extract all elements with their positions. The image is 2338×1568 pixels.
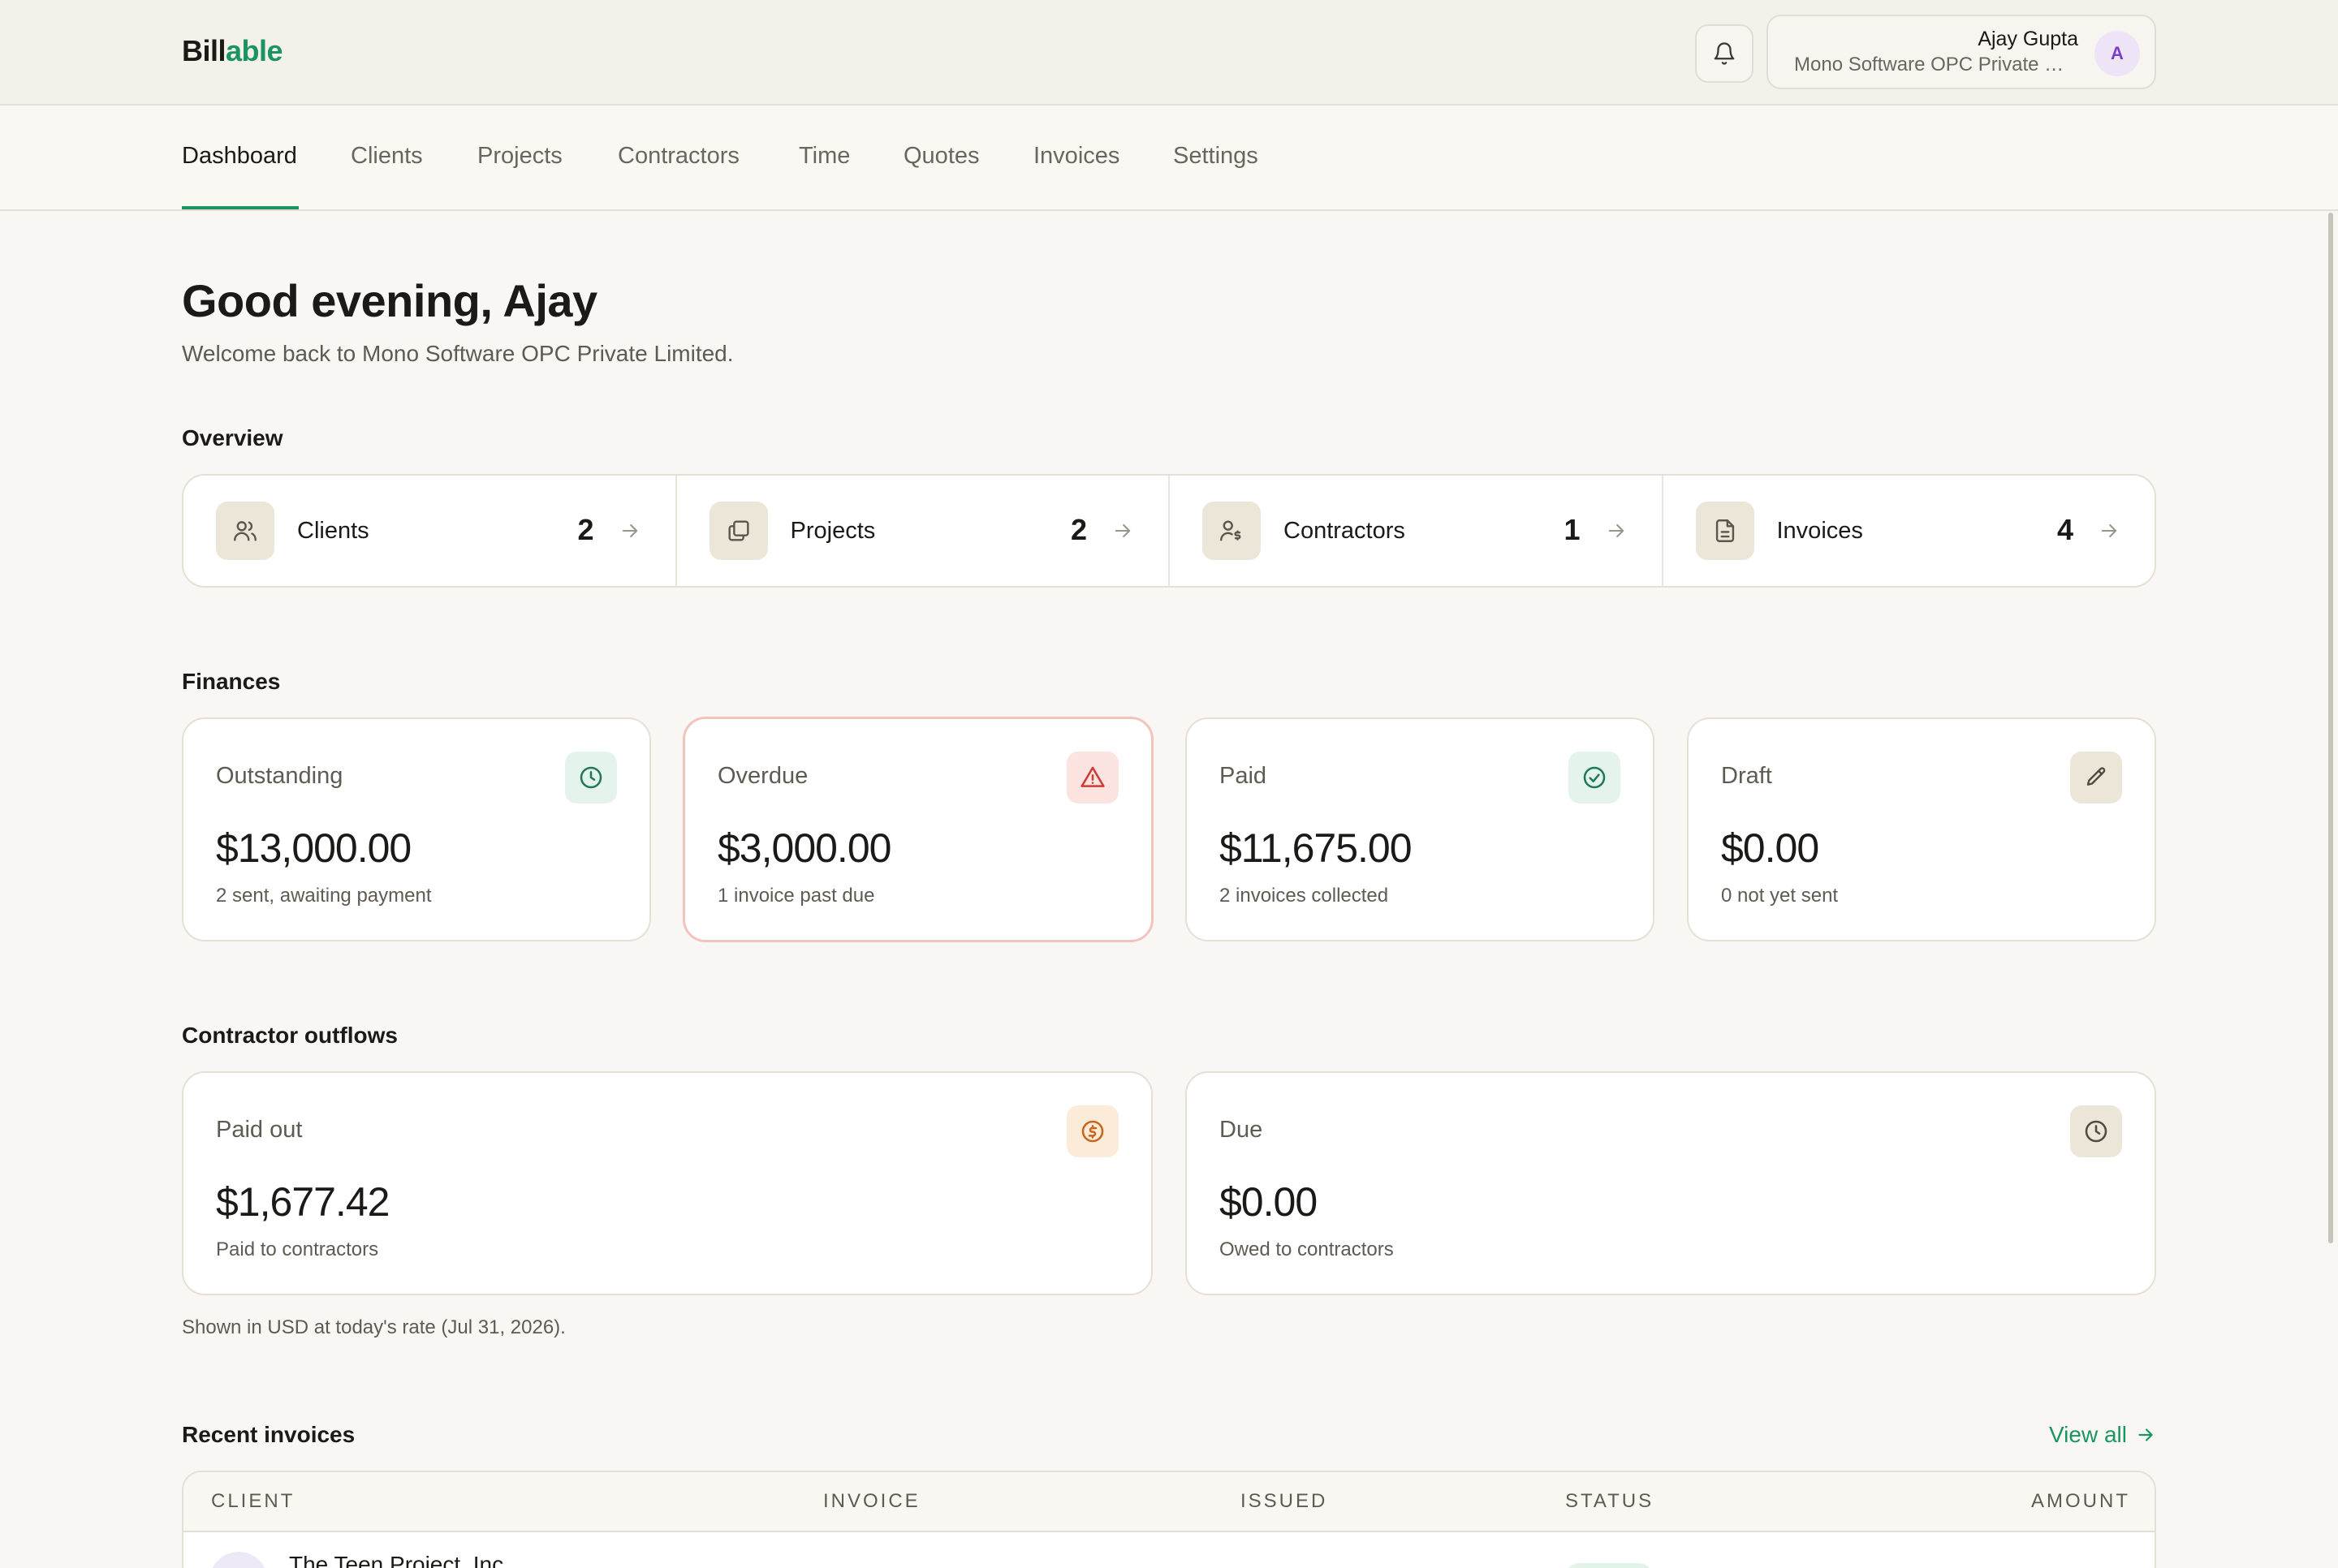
- column-header-invoice[interactable]: INVOICE: [823, 1490, 921, 1513]
- tab-time[interactable]: Time: [799, 143, 850, 170]
- users-icon: [216, 502, 274, 560]
- overview-title: Overview: [182, 425, 283, 450]
- tab-invoices[interactable]: Invoices: [1033, 143, 1119, 170]
- tab-projects[interactable]: Projects: [477, 143, 563, 170]
- paid-card[interactable]: Paid $11,675.00 2 invoices collected: [1185, 717, 1654, 941]
- column-header-status[interactable]: STATUS: [1565, 1490, 1654, 1513]
- overview-panel: Clients 2 Projects 2 Contractors 1 Invoi…: [182, 474, 2156, 588]
- arrow-right-icon: [2101, 523, 2117, 538]
- user-name: Ajay Gupta: [1978, 28, 2078, 50]
- avatar: A: [2094, 31, 2140, 76]
- arrow-right-icon: [1608, 523, 1624, 538]
- paid-out-card[interactable]: Paid out $1,677.42 Paid to contractors: [182, 1071, 1153, 1295]
- overview-clients[interactable]: Clients 2: [183, 476, 677, 586]
- overview-invoices[interactable]: Invoices 4: [1663, 476, 2155, 586]
- client-avatar: [209, 1552, 268, 1568]
- folders-icon: [709, 502, 768, 560]
- tab-quotes[interactable]: Quotes: [904, 143, 980, 170]
- warning-icon: [1067, 752, 1119, 803]
- top-bar: Billable Ajay Gupta Mono Software OPC Pr…: [0, 0, 2338, 106]
- tab-dashboard[interactable]: Dashboard: [182, 143, 297, 170]
- clock-icon: [565, 752, 617, 803]
- due-card[interactable]: Due $0.00 Owed to contractors: [1185, 1071, 2156, 1295]
- recent-invoices-title: Recent invoices: [182, 1422, 356, 1447]
- card-subtext: Owed to contractors: [1219, 1238, 1394, 1260]
- overview-count: 4: [2056, 513, 2073, 546]
- card-value: $1,677.42: [216, 1179, 390, 1225]
- overview-contractors[interactable]: Contractors 1: [1170, 476, 1663, 586]
- brand-logo-part2: able: [226, 34, 283, 67]
- table-header: CLIENT INVOICE ISSUED STATUS AMOUNT: [183, 1472, 2155, 1532]
- arrow-right-icon: [622, 523, 637, 538]
- brand-logo-part1: Bill: [182, 34, 226, 67]
- overview-label: Clients: [297, 518, 369, 544]
- arrow-right-icon: [1115, 523, 1131, 538]
- outstanding-card[interactable]: Outstanding $13,000.00 2 sent, awaiting …: [182, 717, 651, 941]
- dollar-circle-icon: [1067, 1105, 1119, 1157]
- card-value: $11,675.00: [1219, 825, 1413, 871]
- card-label: Due: [1219, 1117, 1263, 1143]
- view-all-link[interactable]: View all: [2049, 1422, 2156, 1448]
- user-dollar-icon: [1202, 502, 1261, 560]
- status-badge: [1564, 1563, 1654, 1568]
- clock-icon: [2070, 1105, 2122, 1157]
- card-label: Paid out: [216, 1117, 303, 1143]
- bell-icon: [1714, 42, 1735, 65]
- row-client-name: The Teen Project, Inc: [289, 1552, 504, 1568]
- notifications-button[interactable]: [1695, 24, 1754, 83]
- page-title: Good evening, Ajay: [182, 275, 597, 326]
- main-nav: Dashboard Clients Projects Contractors T…: [0, 106, 2338, 211]
- user-menu[interactable]: Ajay Gupta Mono Software OPC Private Lim…: [1766, 15, 2156, 89]
- card-label: Outstanding: [216, 763, 343, 789]
- overview-label: Projects: [790, 518, 876, 544]
- document-icon: [1695, 502, 1754, 560]
- tab-clients[interactable]: Clients: [351, 143, 423, 170]
- card-subtext: 2 invoices collected: [1219, 885, 1389, 907]
- brand-logo[interactable]: Billable: [182, 34, 283, 68]
- user-org: Mono Software OPC Private Limited: [1794, 54, 2070, 75]
- overview-label: Invoices: [1776, 518, 1863, 544]
- card-label: Draft: [1721, 763, 1772, 789]
- card-subtext: 1 invoice past due: [718, 885, 875, 907]
- page-scrollbar[interactable]: [2328, 213, 2333, 1243]
- tab-settings[interactable]: Settings: [1173, 143, 1258, 170]
- pencil-icon: [2070, 752, 2122, 803]
- view-all-label: View all: [2049, 1422, 2127, 1447]
- overview-label: Contractors: [1283, 518, 1405, 544]
- card-subtext: 0 not yet sent: [1721, 885, 1839, 907]
- draft-card[interactable]: Draft $0.00 0 not yet sent: [1687, 717, 2156, 941]
- card-label: Overdue: [718, 763, 809, 789]
- overdue-card[interactable]: Overdue $3,000.00 1 invoice past due: [683, 717, 1154, 942]
- finances-title: Finances: [182, 669, 281, 694]
- recent-invoices-table: CLIENT INVOICE ISSUED STATUS AMOUNT The …: [182, 1471, 2156, 1568]
- column-header-amount[interactable]: AMOUNT: [2031, 1490, 2130, 1513]
- card-value: $3,000.00: [718, 825, 891, 871]
- check-circle-icon: [1568, 752, 1620, 803]
- overview-count: 1: [1564, 513, 1581, 546]
- card-subtext: Paid to contractors: [216, 1238, 379, 1260]
- column-header-client[interactable]: CLIENT: [211, 1490, 295, 1513]
- outflows-title: Contractor outflows: [182, 1023, 398, 1048]
- tab-contractors[interactable]: Contractors: [618, 143, 740, 170]
- welcome-text: Welcome back to Mono Software OPC Privat…: [182, 341, 734, 366]
- currency-note: Shown in USD at today's rate (Jul 31, 20…: [182, 1316, 566, 1338]
- card-value: $0.00: [1219, 1179, 1318, 1225]
- card-label: Paid: [1219, 763, 1267, 789]
- card-value: $0.00: [1721, 825, 1819, 871]
- arrow-right-icon: [2138, 1428, 2153, 1441]
- card-value: $13,000.00: [216, 825, 412, 871]
- active-tab-indicator: [182, 206, 299, 209]
- overview-count: 2: [577, 513, 594, 546]
- column-header-issued[interactable]: ISSUED: [1240, 1490, 1327, 1513]
- overview-count: 2: [1070, 513, 1087, 546]
- overview-projects[interactable]: Projects 2: [677, 476, 1170, 586]
- card-subtext: 2 sent, awaiting payment: [216, 885, 432, 907]
